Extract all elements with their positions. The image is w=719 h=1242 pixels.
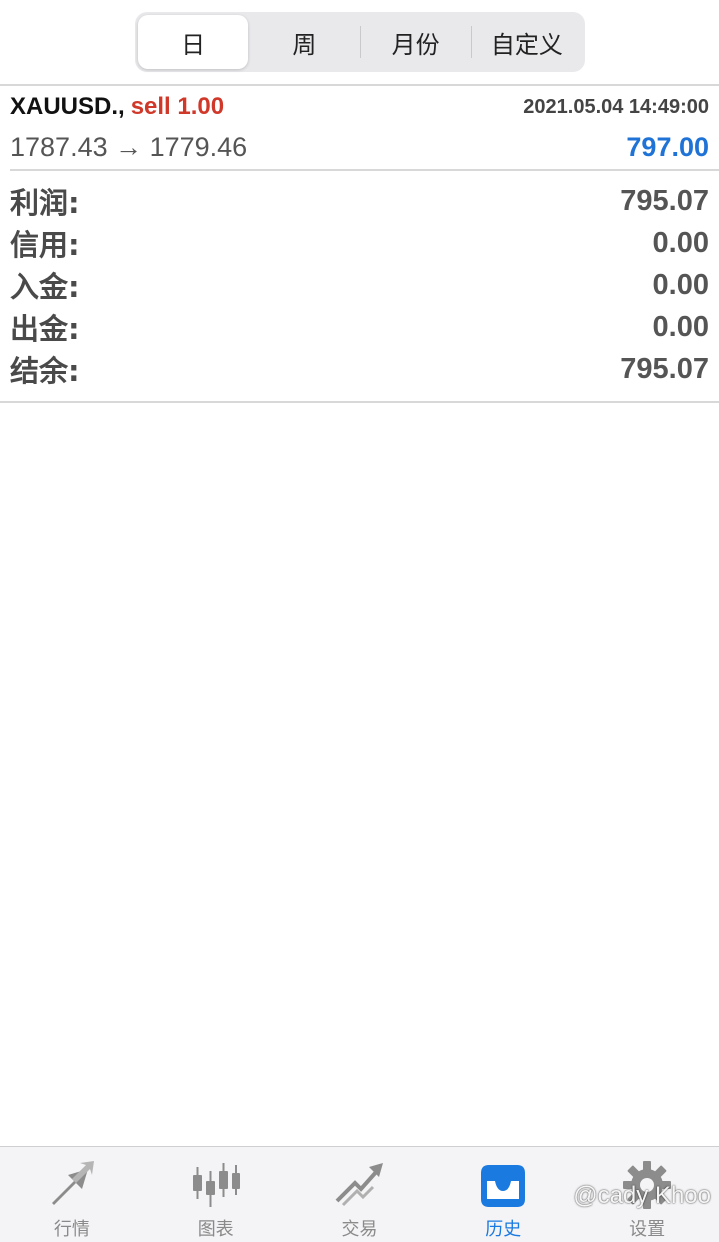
deal-title: XAUUSD., sell 1.00 bbox=[10, 93, 224, 121]
summary-label: 利润: bbox=[10, 186, 80, 220]
tab-label: 设置 bbox=[629, 1219, 666, 1240]
quotes-icon bbox=[46, 1159, 98, 1211]
deal-prices: 1787.43 → 1779.46 bbox=[10, 131, 248, 162]
divider bbox=[0, 401, 719, 403]
tab-custom[interactable]: 自定义 bbox=[472, 15, 582, 69]
trade-icon bbox=[333, 1159, 385, 1211]
tab-quotes[interactable]: 行情 bbox=[0, 1147, 144, 1242]
chart-icon bbox=[190, 1159, 242, 1211]
summary-value: 795.07 bbox=[620, 352, 709, 385]
watermark: @cady Khoo bbox=[573, 1182, 711, 1209]
summary-value: 795.07 bbox=[620, 184, 709, 217]
summary-value: 0.00 bbox=[652, 226, 709, 259]
tab-month[interactable]: 月份 bbox=[361, 15, 471, 69]
summary-label: 结余: bbox=[10, 354, 80, 388]
summary-row-balance: 结余: 795.07 bbox=[10, 348, 709, 390]
deal-side: sell 1.00 bbox=[130, 93, 225, 120]
summary-value: 0.00 bbox=[652, 310, 709, 343]
tab-label: 交易 bbox=[341, 1219, 378, 1240]
deal-row[interactable]: XAUUSD., sell 1.00 2021.05.04 14:49:00 bbox=[10, 92, 709, 122]
summary-row-credit: 信用: 0.00 bbox=[10, 222, 709, 264]
tab-history[interactable]: 历史 bbox=[431, 1147, 575, 1242]
history-icon bbox=[477, 1159, 529, 1211]
deal-profit: 797.00 bbox=[626, 131, 709, 162]
summary-row-deposit: 入金: 0.00 bbox=[10, 264, 709, 306]
summary-label: 出金: bbox=[10, 312, 80, 346]
summary-label: 入金: bbox=[10, 270, 80, 304]
tab-day[interactable]: 日 bbox=[138, 15, 249, 69]
tab-trade[interactable]: 交易 bbox=[288, 1147, 432, 1242]
tab-label: 历史 bbox=[485, 1219, 522, 1240]
tab-chart[interactable]: 图表 bbox=[144, 1147, 288, 1242]
deal-datetime: 2021.05.04 14:49:00 bbox=[523, 95, 709, 118]
divider bbox=[10, 169, 719, 171]
deal-prices-row: 1787.43 → 1779.46 797.00 bbox=[10, 130, 709, 164]
divider bbox=[0, 84, 719, 86]
tab-label: 图表 bbox=[197, 1219, 234, 1240]
summary-row-profit: 利润: 795.07 bbox=[10, 180, 709, 222]
tab-label: 行情 bbox=[53, 1219, 90, 1240]
period-segmented-control: 日 周 月份 自定义 bbox=[135, 12, 585, 72]
summary-value: 0.00 bbox=[652, 268, 709, 301]
summary-label: 信用: bbox=[10, 228, 80, 262]
summary-row-withdrawal: 出金: 0.00 bbox=[10, 306, 709, 348]
summary-list: 利润: 795.07 信用: 0.00 入金: 0.00 出金: 0.00 结余… bbox=[10, 180, 709, 390]
deal-symbol: XAUUSD., bbox=[10, 93, 125, 120]
tab-week[interactable]: 周 bbox=[249, 15, 359, 69]
